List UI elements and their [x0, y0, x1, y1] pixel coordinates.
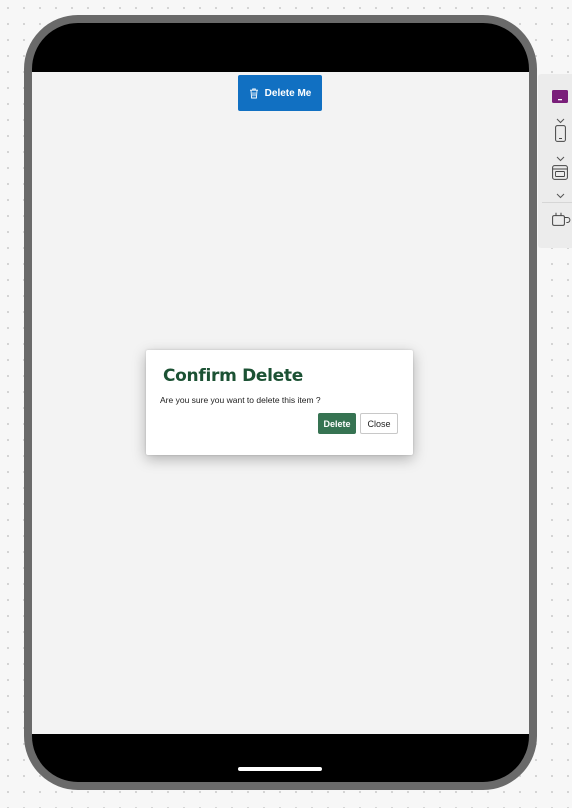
confirm-delete-dialog: Confirm Delete Are you sure you want to … [146, 350, 413, 455]
home-indicator [238, 767, 322, 771]
tablet-device-frame: Delete Me Confirm Delete Are you sure yo… [24, 15, 537, 790]
plug-connector-icon[interactable] [552, 212, 572, 231]
toolbar-divider [542, 202, 572, 203]
delete-me-label: Delete Me [264, 87, 312, 99]
side-toolbar [538, 74, 572, 248]
delete-me-button[interactable]: Delete Me [238, 75, 322, 111]
chevron-down-icon[interactable] [556, 111, 565, 124]
phone-device-icon[interactable] [555, 125, 566, 147]
chevron-down-icon[interactable] [556, 186, 565, 199]
confirm-delete-button[interactable]: Delete [318, 413, 356, 434]
trash-icon [249, 88, 259, 99]
app-screen: Delete Me Confirm Delete Are you sure yo… [32, 72, 529, 734]
theme-swatch-icon[interactable] [552, 90, 568, 108]
layout-preview-icon[interactable] [552, 165, 568, 185]
dialog-message: Are you sure you want to delete this ite… [160, 395, 321, 405]
close-button[interactable]: Close [360, 413, 398, 434]
chevron-down-icon[interactable] [556, 149, 565, 162]
dialog-title: Confirm Delete [163, 366, 303, 386]
